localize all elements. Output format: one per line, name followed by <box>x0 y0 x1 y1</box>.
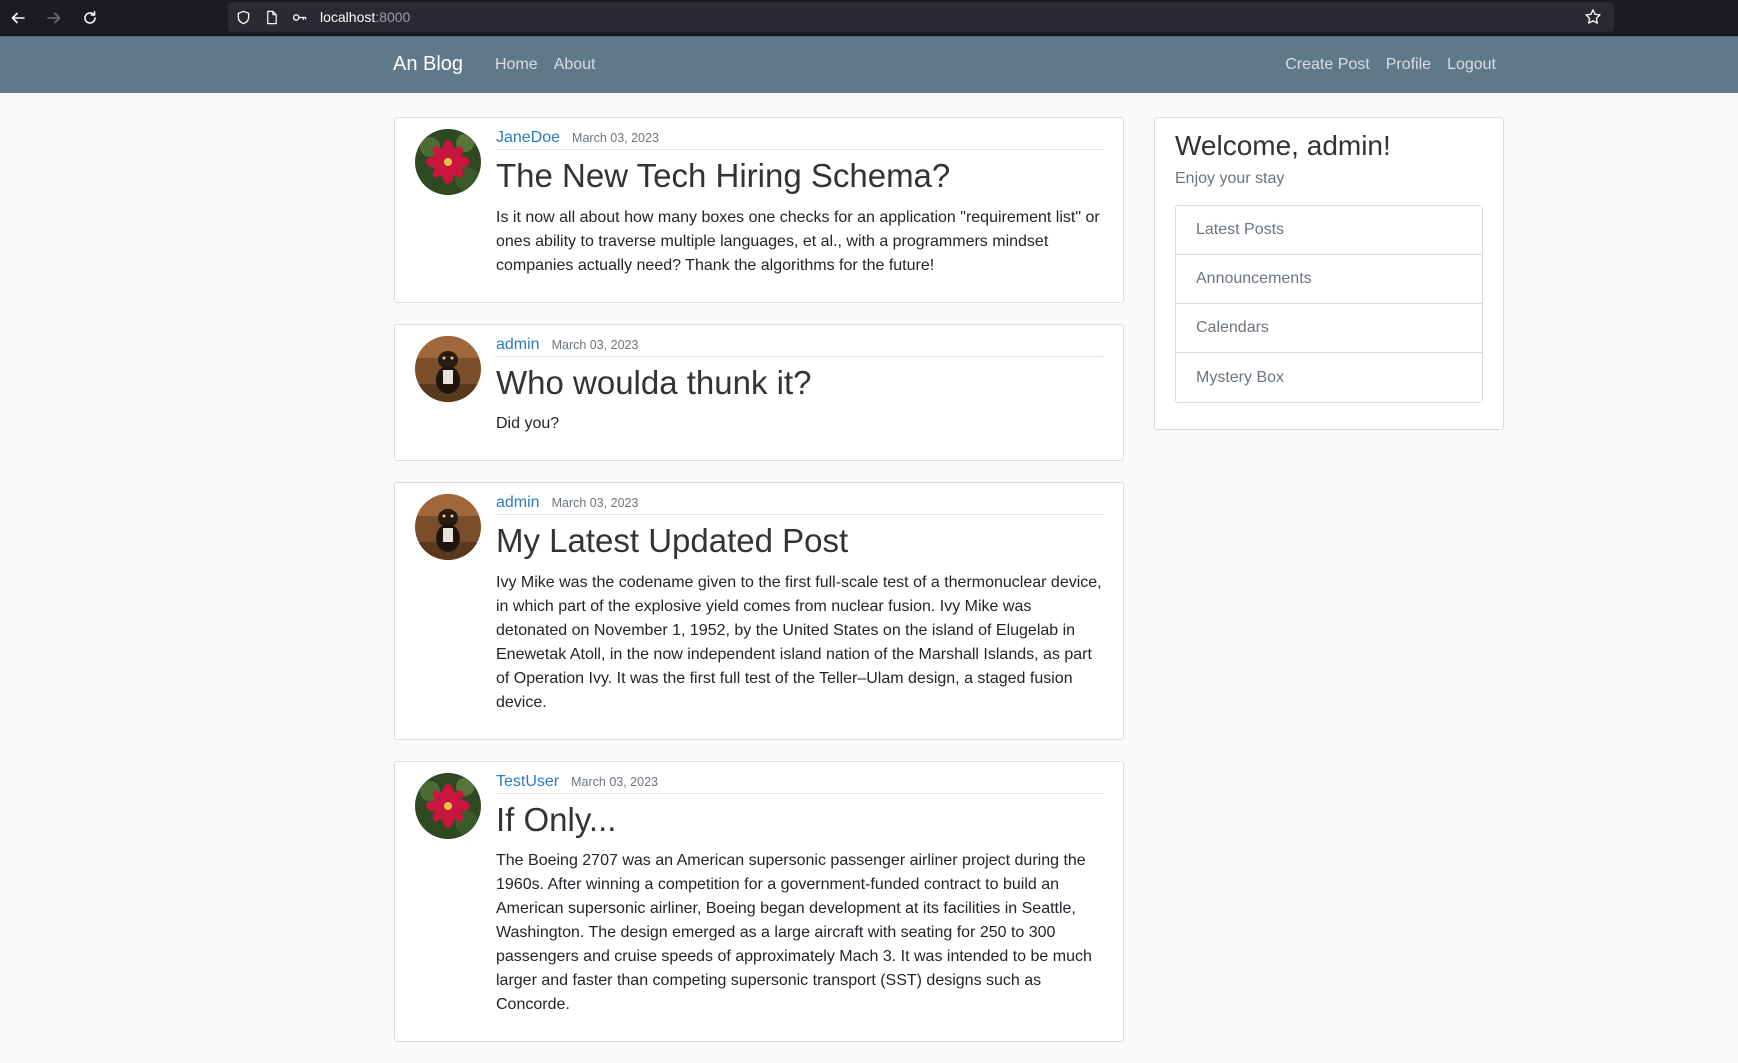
nav-create-post-link[interactable]: Create Post <box>1285 56 1369 74</box>
key-icon[interactable] <box>292 9 308 25</box>
post-date: March 03, 2023 <box>571 774 658 789</box>
post-date: March 03, 2023 <box>551 496 639 511</box>
bookmark-star-icon[interactable] <box>1584 8 1602 26</box>
post-author-link[interactable]: JaneDoe <box>496 129 560 147</box>
flower-avatar-icon <box>415 772 481 839</box>
post-content: Did you? <box>496 415 560 433</box>
post-title[interactable]: The New Tech Hiring Schema? <box>496 156 1103 196</box>
avatar <box>415 335 481 402</box>
post-author-link[interactable]: TestUser <box>496 773 559 791</box>
site-navbar: An Blog Home About Create Post Profile L… <box>0 36 1738 93</box>
sidebar-item-announcements[interactable]: Announcements <box>1176 255 1482 304</box>
post-author-link[interactable]: admin <box>496 336 540 354</box>
url-text[interactable]: localhost:8000 <box>320 9 410 25</box>
page-icon[interactable] <box>264 9 280 25</box>
post-title[interactable]: If Only... <box>496 800 1103 840</box>
post-content: The Boeing 2707 was an American superson… <box>496 852 1092 1014</box>
post-content: Ivy Mike was the codename given to the f… <box>496 573 1102 711</box>
avatar <box>415 129 481 195</box>
reload-button[interactable] <box>72 0 108 36</box>
post-author-link[interactable]: admin <box>496 494 540 512</box>
avatar <box>415 772 481 839</box>
arrow-left-icon <box>11 12 25 24</box>
post-date: March 03, 2023 <box>551 337 639 352</box>
flower-avatar-icon <box>415 129 481 195</box>
sidebar: Welcome, admin! Enjoy your stay Latest P… <box>1154 117 1504 430</box>
welcome-heading: Welcome, admin! <box>1175 130 1391 161</box>
nav-logout-link[interactable]: Logout <box>1447 56 1496 74</box>
sidebar-item-mystery-box[interactable]: Mystery Box <box>1176 353 1482 402</box>
post-title[interactable]: Who woulda thunk it? <box>496 363 1103 403</box>
sidebar-list: Latest Posts Announcements Calendars Mys… <box>1175 205 1483 403</box>
browser-toolbar: localhost:8000 <box>0 0 1738 36</box>
arrow-right-icon <box>47 12 61 24</box>
forward-button[interactable] <box>36 0 72 36</box>
url-host: localhost <box>320 9 376 25</box>
post-card: TestUser March 03, 2023 If Only... The B… <box>394 760 1124 1043</box>
post-list: JaneDoe March 03, 2023 The New Tech Hiri… <box>394 117 1124 1063</box>
nav-about-link[interactable]: About <box>554 56 596 74</box>
post-meta: JaneDoe March 03, 2023 <box>496 129 1103 150</box>
post-card: admin March 03, 2023 Who woulda thunk it… <box>394 323 1124 462</box>
address-bar[interactable]: localhost:8000 <box>228 2 1614 32</box>
post-content: Is it now all about how many boxes one c… <box>496 208 1100 274</box>
post-title[interactable]: My Latest Updated Post <box>496 521 1103 561</box>
nav-right-links: Create Post Profile Logout <box>1285 56 1496 74</box>
url-port: :8000 <box>375 9 411 25</box>
post-meta: admin March 03, 2023 <box>496 336 1103 357</box>
post-meta: admin March 03, 2023 <box>496 494 1103 516</box>
sidebar-item-calendars[interactable]: Calendars <box>1176 304 1482 353</box>
dog-avatar-icon <box>415 335 481 402</box>
brand-link[interactable]: An Blog <box>393 53 463 76</box>
welcome-subtitle: Enjoy your stay <box>1175 170 1285 187</box>
nav-profile-link[interactable]: Profile <box>1386 56 1431 74</box>
nav-left-links: Home About <box>495 56 596 74</box>
avatar <box>415 494 481 561</box>
post-meta: TestUser March 03, 2023 <box>496 773 1103 794</box>
nav-home-link[interactable]: Home <box>495 56 538 74</box>
dog-avatar-icon <box>415 494 481 561</box>
post-card: admin March 03, 2023 My Latest Updated P… <box>394 482 1124 740</box>
back-button[interactable] <box>0 0 36 36</box>
sidebar-item-latest-posts[interactable]: Latest Posts <box>1176 206 1482 255</box>
post-card: JaneDoe March 03, 2023 The New Tech Hiri… <box>394 117 1124 303</box>
shield-icon[interactable] <box>236 9 252 25</box>
post-date: March 03, 2023 <box>572 131 659 145</box>
reload-icon <box>84 11 96 24</box>
